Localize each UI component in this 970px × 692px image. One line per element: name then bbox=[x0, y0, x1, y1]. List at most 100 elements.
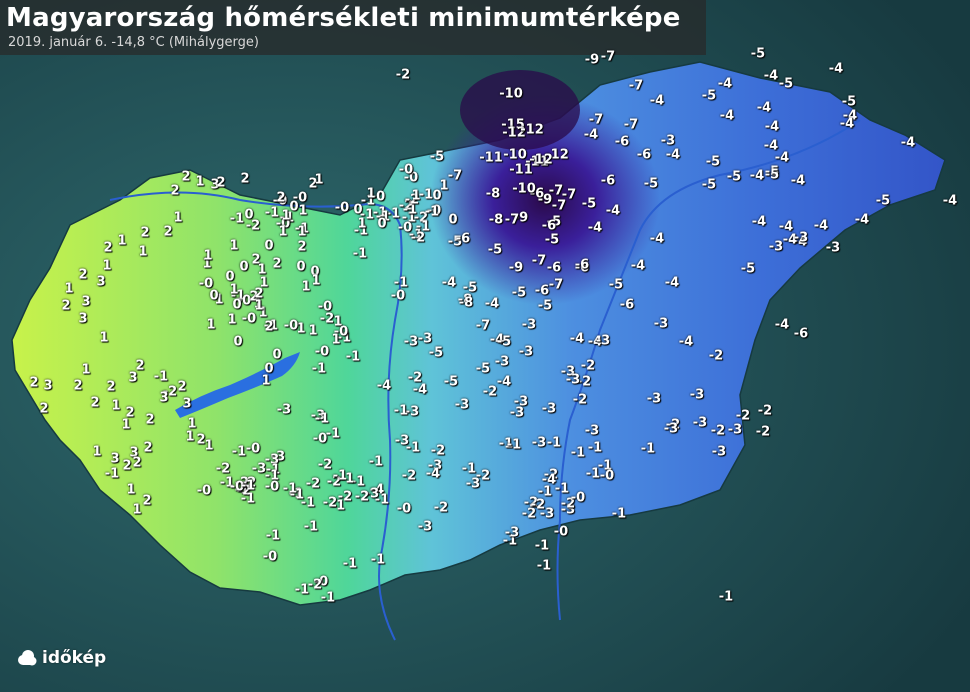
station-temperature-label: -4 bbox=[664, 275, 680, 291]
station-temperature-label: -4 bbox=[854, 212, 870, 228]
station-temperature-label: -5 bbox=[778, 76, 794, 92]
station-temperature-label: -2 bbox=[354, 489, 370, 505]
station-temperature-label: 2 bbox=[196, 432, 206, 448]
station-temperature-label: -1 bbox=[350, 474, 366, 490]
station-temperature-label: 0 bbox=[232, 297, 242, 313]
station-temperature-label: -4 bbox=[813, 218, 829, 234]
station-temperature-label: -0 bbox=[241, 311, 257, 327]
station-temperature-label: -1 bbox=[288, 486, 304, 502]
station-temperature-label: -5 bbox=[447, 234, 463, 250]
station-temperature-label: -4 bbox=[630, 258, 646, 274]
station-temperature-label: -1 bbox=[234, 482, 250, 498]
station-temperature-label: -4 bbox=[774, 150, 790, 166]
station-temperature-label: -1 bbox=[359, 207, 375, 223]
station-temperature-label: -4 bbox=[828, 61, 844, 77]
station-temperature-label: 2 bbox=[29, 375, 39, 391]
station-temperature-label: -7 bbox=[551, 198, 567, 214]
station-temperature-label: -1 bbox=[294, 221, 310, 237]
station-temperature-label: -2 bbox=[236, 483, 252, 499]
station-temperature-label: -5 bbox=[443, 374, 459, 390]
station-temperature-label: 1 bbox=[102, 258, 112, 274]
station-temperature-label: 1 bbox=[357, 216, 367, 232]
station-temperature-label: -1 bbox=[294, 582, 310, 598]
station-temperature-label: 1 bbox=[227, 312, 237, 328]
station-temperature-label: 0 bbox=[264, 238, 274, 254]
station-temperature-label: -5 bbox=[546, 214, 562, 230]
station-temperature-label: -0 bbox=[314, 344, 330, 360]
station-temperature-label: -1 bbox=[506, 437, 522, 453]
station-temperature-label: 2 bbox=[132, 455, 142, 471]
station-temperature-label: -3 bbox=[465, 476, 481, 492]
station-temperature-label: -8 bbox=[457, 292, 473, 308]
station-temperature-label: -1 bbox=[375, 209, 391, 225]
idokep-logo[interactable]: időkép bbox=[16, 648, 106, 668]
station-temperature-label: -4 bbox=[412, 382, 428, 398]
station-temperature-label: -2 bbox=[401, 468, 417, 484]
station-temperature-label: 1 bbox=[121, 417, 131, 433]
station-temperature-label: -1 bbox=[104, 466, 120, 482]
station-temperature-label: 3 bbox=[81, 294, 91, 310]
station-temperature-label: -5 bbox=[581, 196, 597, 212]
station-temperature-label: 2 bbox=[135, 358, 145, 374]
station-temperature-label: -1 bbox=[385, 206, 401, 222]
station-temperature-label: 2 bbox=[254, 286, 264, 302]
station-temperature-label: -6 bbox=[636, 147, 652, 163]
station-temperature-label: 2 bbox=[297, 239, 307, 255]
station-temperature-label: -1 bbox=[537, 484, 553, 500]
station-temperature-label: 2 bbox=[272, 256, 282, 272]
station-temperature-label: -6 bbox=[534, 283, 550, 299]
station-temperature-label: 2 bbox=[122, 458, 132, 474]
station-temperature-label: -4 bbox=[587, 220, 603, 236]
station-temperature-label: -2 bbox=[410, 230, 426, 246]
station-temperature-label: 2 bbox=[181, 169, 191, 185]
station-temperature-label: -0 bbox=[198, 276, 214, 292]
station-temperature-label: 1 bbox=[281, 208, 291, 224]
station-temperature-label: -2 bbox=[395, 67, 411, 83]
station-temperature-label: -3 bbox=[727, 422, 743, 438]
station-temperature-label: 0 bbox=[239, 259, 249, 275]
station-temperature-label: -2 bbox=[305, 476, 321, 492]
station-temperature-label: -1 bbox=[264, 468, 280, 484]
station-temperature-label: -5 bbox=[475, 361, 491, 377]
station-temperature-label: -4 bbox=[719, 108, 735, 124]
station-temperature-label: -1 bbox=[554, 481, 570, 497]
station-temperature-label: -4 bbox=[484, 296, 500, 312]
station-temperature-label: -2 bbox=[710, 423, 726, 439]
station-temperature-label: -5 bbox=[705, 154, 721, 170]
station-temperature-label: -1 bbox=[546, 435, 562, 451]
station-temperature-label: 2 bbox=[308, 176, 318, 192]
station-temperature-label: -0 bbox=[313, 574, 329, 590]
station-temperature-label: -1 bbox=[405, 440, 421, 456]
station-temperature-label: 0 bbox=[264, 361, 274, 377]
station-temperature-label: -2 bbox=[665, 417, 681, 433]
station-temperature-label: -8 bbox=[488, 212, 504, 228]
station-temperature-label: -3 bbox=[513, 394, 529, 410]
station-temperature-label: -3 bbox=[646, 391, 662, 407]
station-temperature-label: -0 bbox=[317, 299, 333, 315]
station-temperature-label: -3 bbox=[560, 502, 576, 518]
station-temperature-label: -3 bbox=[417, 331, 433, 347]
station-temperature-label: -3 bbox=[663, 421, 679, 437]
station-temperature-label: -0 bbox=[390, 288, 406, 304]
station-temperature-label: -3 bbox=[276, 402, 292, 418]
station-temperature-label: 1 bbox=[314, 172, 324, 188]
station-temperature-label: -0 bbox=[262, 549, 278, 565]
station-temperature-label: 1 bbox=[173, 210, 183, 226]
station-temperature-label: -1 bbox=[229, 211, 245, 227]
station-temperature-label: -5 bbox=[764, 164, 780, 180]
station-temperature-label: -3 bbox=[584, 423, 600, 439]
station-temperature-label: -2 bbox=[475, 468, 491, 484]
station-temperature-label: -0 bbox=[370, 189, 386, 205]
station-temperature-label: 1 bbox=[258, 305, 268, 321]
station-temperature-label: 1 bbox=[92, 444, 102, 460]
station-temperature-label: -2 bbox=[757, 403, 773, 419]
station-temperature-label: -1 bbox=[368, 454, 384, 470]
station-temperature-label: -7 bbox=[531, 253, 547, 269]
station-temperature-label: -4 bbox=[900, 135, 916, 151]
station-temperature-label: 1 bbox=[411, 188, 421, 204]
station-temperature-label: -1 bbox=[374, 492, 390, 508]
station-temperature-label: -1 bbox=[408, 227, 424, 243]
station-temperature-label: -1 bbox=[502, 533, 518, 549]
station-temperature-label: -3 bbox=[768, 239, 784, 255]
station-temperature-label: -1 bbox=[330, 498, 346, 514]
